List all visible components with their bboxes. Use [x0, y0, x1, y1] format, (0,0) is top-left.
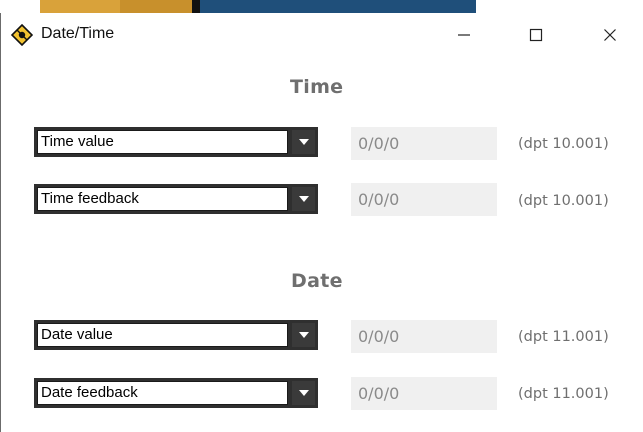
time-value-dpt: (dpt 10.001) [518, 136, 609, 152]
background-window-segment [120, 0, 192, 13]
background-window-strip [0, 0, 643, 13]
window-title: Date/Time [41, 25, 115, 42]
date-time-window: Date/Time Time Time value 0/0/0 (dpt 10.… [0, 13, 643, 432]
time-feedback-dpt: (dpt 10.001) [518, 193, 609, 209]
time-feedback-select-text: Time feedback [37, 187, 288, 211]
date-value-dpt: (dpt 11.001) [518, 329, 609, 345]
time-feedback-select[interactable]: Time feedback [34, 184, 318, 214]
date-feedback-address: 0/0/0 [351, 377, 497, 410]
time-feedback-address: 0/0/0 [351, 183, 497, 216]
dropdown-button[interactable] [292, 187, 315, 211]
app-icon [10, 23, 34, 47]
dropdown-button[interactable] [292, 381, 315, 405]
date-feedback-select[interactable]: Date feedback [34, 378, 318, 408]
chevron-down-icon [298, 139, 309, 145]
time-value-select-text: Time value [37, 130, 288, 154]
chevron-down-icon [298, 390, 309, 396]
date-value-select[interactable]: Date value [34, 320, 318, 350]
close-icon [604, 28, 616, 41]
title-bar[interactable]: Date/Time [1, 13, 643, 56]
date-feedback-dpt: (dpt 11.001) [518, 386, 609, 402]
maximize-button[interactable] [513, 13, 559, 56]
background-window-segment [192, 0, 200, 13]
dropdown-button[interactable] [292, 323, 315, 347]
time-value-address: 0/0/0 [351, 127, 497, 160]
maximize-icon [529, 28, 543, 41]
minimize-icon [458, 33, 470, 36]
dropdown-button[interactable] [292, 130, 315, 154]
date-value-select-text: Date value [37, 323, 288, 347]
minimize-button[interactable] [441, 13, 487, 56]
date-section-title: Date [291, 270, 343, 292]
close-button[interactable] [587, 13, 633, 56]
time-value-select[interactable]: Time value [34, 127, 318, 157]
chevron-down-icon [298, 332, 309, 338]
time-section-title: Time [290, 76, 344, 98]
background-window-segment [200, 0, 476, 13]
chevron-down-icon [298, 196, 309, 202]
date-value-address: 0/0/0 [351, 320, 497, 353]
date-feedback-select-text: Date feedback [37, 381, 288, 405]
background-window-segment [40, 0, 120, 13]
